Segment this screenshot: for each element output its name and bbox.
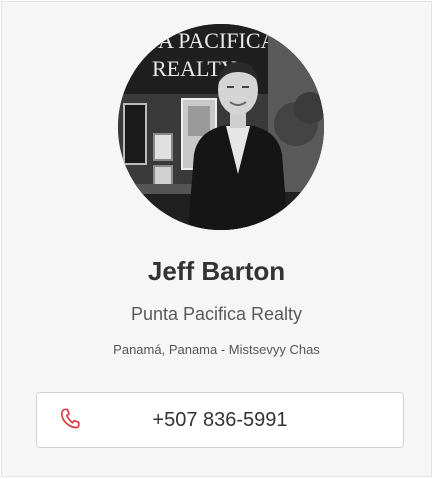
- agent-photo-image: A PACIFICA REALTY: [118, 24, 324, 230]
- agent-location: Panamá, Panama - Mistsevyy Chas: [113, 342, 320, 357]
- phone-number: +507 836-5991: [152, 409, 288, 431]
- agent-photo: A PACIFICA REALTY: [118, 24, 324, 230]
- svg-text:A PACIFICA: A PACIFICA: [158, 28, 277, 53]
- agent-name: Jeff Barton: [147, 256, 286, 286]
- agent-company: Punta Pacifica Realty: [130, 304, 303, 324]
- agent-card: A PACIFICA REALTY Jeff Barton Punta Paci…: [1, 1, 432, 477]
- call-phone-button[interactable]: +507 836-5991: [36, 392, 404, 448]
